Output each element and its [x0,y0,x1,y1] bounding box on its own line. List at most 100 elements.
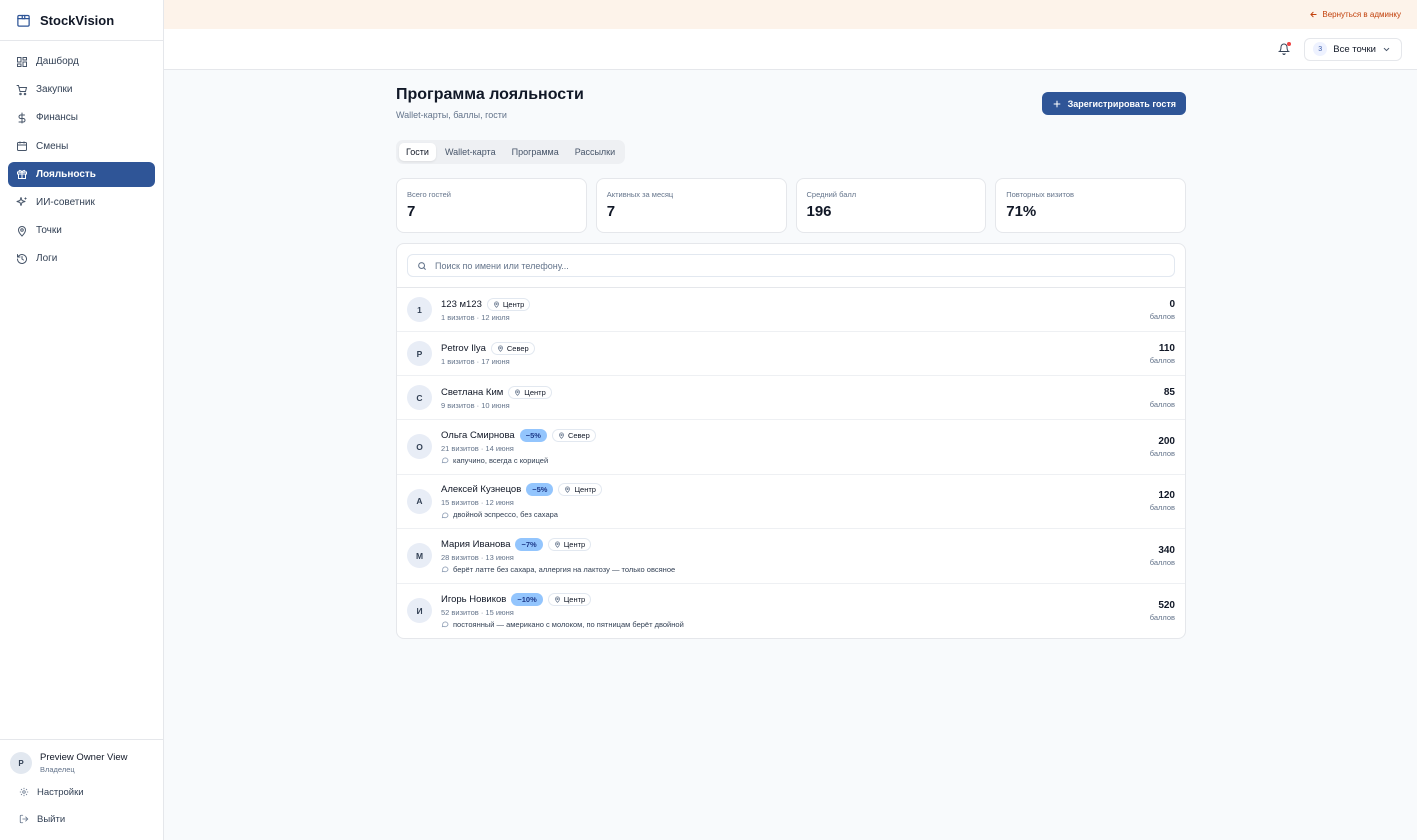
guest-points: 0 [1169,298,1175,310]
guest-meta: 9 визитов · 10 июня [441,400,510,410]
logout-icon [19,814,29,824]
notifications-button[interactable] [1278,42,1292,55]
location-label: Центр [563,594,586,604]
points-select[interactable]: 3 Все точки [1304,37,1402,61]
guest-note: двойной эспрессо, без сахара [441,510,1150,519]
guest-note: капучино, всегда с корицей [441,456,1150,465]
map-pin-icon [493,301,500,308]
sidebar-item-label: Закупки [36,84,73,96]
sidebar-item-loyalty[interactable]: Лояльность [8,161,155,187]
search-input[interactable] [435,260,1174,271]
chevron-down-icon [1382,45,1391,54]
sidebar-item-dashboard[interactable]: Дашборд [8,49,155,74]
discount-badge: −5% [519,428,547,442]
tab-guests[interactable]: Гости [399,143,436,161]
guest-avatar: И [407,598,432,624]
message-icon [441,620,449,628]
stat-label: Всего гостей [407,190,451,199]
guest-points: 120 [1158,490,1175,502]
map-pin-icon [16,225,28,237]
guest-row[interactable]: И Игорь Новиков −10% Центр 52 визитов · … [397,584,1185,639]
guest-meta: 1 визитов · 17 июня [441,356,510,366]
discount-badge: −5% [526,483,554,497]
page-header: Программа лояльности Wallet-карты, баллы… [396,86,1186,120]
guests-card: 1 123 м123 Центр 1 визитов · 12 июля 0 б… [396,243,1186,639]
history-icon [16,253,28,265]
points-unit: баллов [1149,311,1175,321]
guest-name: Игорь Новиков [441,593,507,605]
guest-meta: 21 визитов · 14 июня [441,443,514,453]
sidebar-item-label: ИИ-советник [36,196,95,208]
settings-label: Настройки [37,786,84,798]
notification-dot [1287,42,1292,46]
guest-row[interactable]: 1 123 м123 Центр 1 визитов · 12 июля 0 б… [397,288,1185,332]
guest-meta: 1 визитов · 12 июля [441,312,510,322]
tab-mailings[interactable]: Рассылки [568,143,622,161]
sidebar-item-logs[interactable]: Логи [8,246,155,271]
register-guest-button[interactable]: Зарегистрировать гостя [1041,92,1186,115]
sidebar-item-label: Лояльность [36,168,96,180]
sidebar-item-shifts[interactable]: Смены [8,134,155,159]
sidebar-footer: P Preview Owner View Владелец Настройки … [0,739,163,840]
logout-link[interactable]: Выйти [10,808,153,830]
sidebar-item-label: Дашборд [36,56,79,67]
sidebar-item-finance[interactable]: Финансы [8,105,155,130]
discount-badge: −10% [511,592,543,606]
guest-row[interactable]: М Мария Иванова −7% Центр 28 визитов · 1… [397,529,1185,584]
avatar: P [10,752,32,774]
guest-avatar: С [407,385,432,410]
guest-name: Ольга Смирнова [441,429,515,441]
stat-label: Средний балл [806,190,857,199]
brand[interactable]: StockVision [0,0,163,41]
location-badge: Север [490,341,535,355]
discount-badge: −7% [515,537,543,551]
guest-points: 340 [1158,544,1175,556]
location-label: Центр [502,299,525,309]
guest-note-text: постоянный — американо с молоком, по пят… [453,619,684,629]
cart-icon [16,84,28,96]
tab-program[interactable]: Программа [505,143,566,161]
stat-card-repeat-visits: Повторных визитов 71% [995,178,1186,233]
sidebar-nav: Дашборд Закупки Финансы Смены Лояльность… [0,41,163,271]
stat-label: Активных за месяц [606,190,674,199]
location-badge: Центр [558,483,602,497]
stat-value: 196 [806,203,832,220]
guest-note-text: берёт латте без сахара, аллергия на лакт… [453,564,676,574]
page-subtitle: Wallet-карты, баллы, гости [396,110,507,120]
tabs: Гости Wallet-карта Программа Рассылки [396,140,626,164]
back-to-admin-link[interactable]: Вернуться в админку [1309,10,1401,19]
map-pin-icon [554,596,561,603]
register-guest-label: Зарегистрировать гостя [1067,98,1176,109]
points-select-label: Все точки [1333,43,1376,55]
guest-row[interactable]: С Светлана Ким Центр 9 визитов · 10 июня… [397,376,1185,420]
app-name: StockVision [40,12,115,28]
main-content: Программа лояльности Wallet-карты, баллы… [396,86,1186,639]
stat-value: 71% [1006,203,1037,220]
sidebar-item-ai-advisor[interactable]: ИИ-советник [8,190,155,215]
guest-row[interactable]: А Алексей Кузнецов −5% Центр 15 визитов … [397,475,1185,529]
user-profile[interactable]: P Preview Owner View Владелец [10,750,153,776]
sidebar-item-label: Точки [36,225,62,237]
stat-card-total-guests: Всего гостей 7 [396,178,587,233]
guest-row[interactable]: P Petrov Ilya Север 1 визитов · 17 июня … [397,332,1185,376]
guest-row[interactable]: О Ольга Смирнова −5% Север 21 визитов · … [397,420,1185,475]
search-icon [417,261,427,271]
package-icon [16,13,31,28]
settings-link[interactable]: Настройки [10,781,153,803]
location-label: Центр [524,387,546,397]
tab-wallet-card[interactable]: Wallet-карта [438,143,503,161]
calendar-icon [16,140,28,152]
guest-note: постоянный — американо с молоком, по пят… [441,620,1150,629]
location-label: Север [506,343,529,353]
points-count-badge: 3 [1313,42,1328,56]
sidebar-item-label: Логи [36,253,58,265]
dashboard-icon [16,56,28,68]
sidebar: StockVision Дашборд Закупки Финансы Смен… [0,0,164,840]
sidebar-item-purchases[interactable]: Закупки [8,77,155,102]
guest-meta: 28 визитов · 13 июня [441,552,514,562]
sidebar-item-points[interactable]: Точки [8,218,155,243]
dollar-icon [16,112,28,124]
user-name: Preview Owner View [40,752,128,763]
guest-name: Мария Иванова [441,538,511,550]
stat-card-average-points: Средний балл 196 [795,178,987,233]
